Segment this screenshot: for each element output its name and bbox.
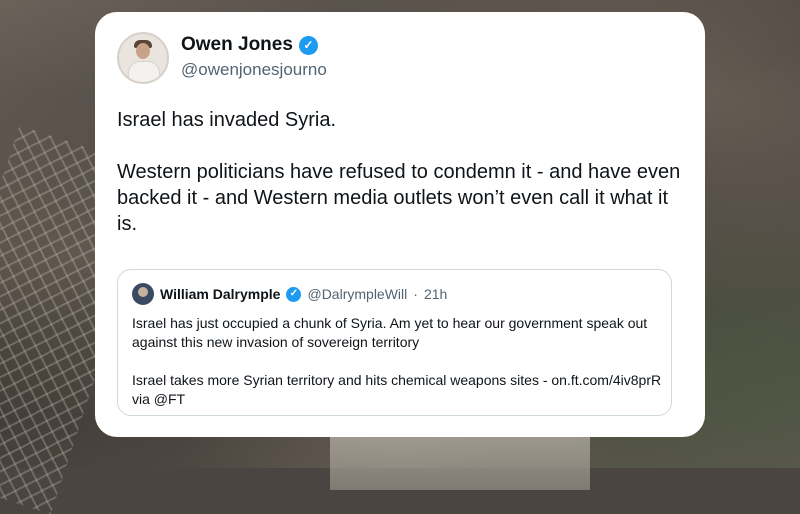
author-name[interactable]: Owen Jones: [181, 34, 293, 56]
quoted-timestamp[interactable]: 21h: [424, 286, 447, 302]
quoted-tweet[interactable]: William Dalrymple ✓ @DalrympleWill · 21h…: [117, 269, 672, 416]
background-road: [330, 430, 590, 490]
quoted-tweet-text: Israel has just occupied a chunk of Syri…: [132, 315, 662, 407]
tweet-card: Owen Jones ✓ @owenjonesjourno Israel has…: [95, 12, 705, 437]
quoted-author-name[interactable]: William Dalrymple: [160, 286, 280, 302]
avatar-shirt: [128, 61, 160, 82]
quoted-separator: ·: [413, 286, 418, 302]
quoted-author-handle[interactable]: @DalrympleWill: [307, 286, 407, 302]
author-handle[interactable]: @owenjonesjourno: [181, 60, 327, 80]
verified-badge-icon: ✓: [298, 35, 318, 55]
tweet-text: Israel has invaded Syria. Western politi…: [117, 109, 681, 235]
quoted-author-avatar[interactable]: [132, 283, 154, 305]
quoted-verified-badge-icon: ✓: [286, 286, 302, 302]
author-avatar[interactable]: [117, 32, 169, 84]
quoted-tweet-header: William Dalrymple ✓ @DalrympleWill · 21h: [132, 283, 447, 305]
author-name-row: Owen Jones ✓: [181, 34, 318, 56]
avatar-head: [136, 43, 150, 59]
